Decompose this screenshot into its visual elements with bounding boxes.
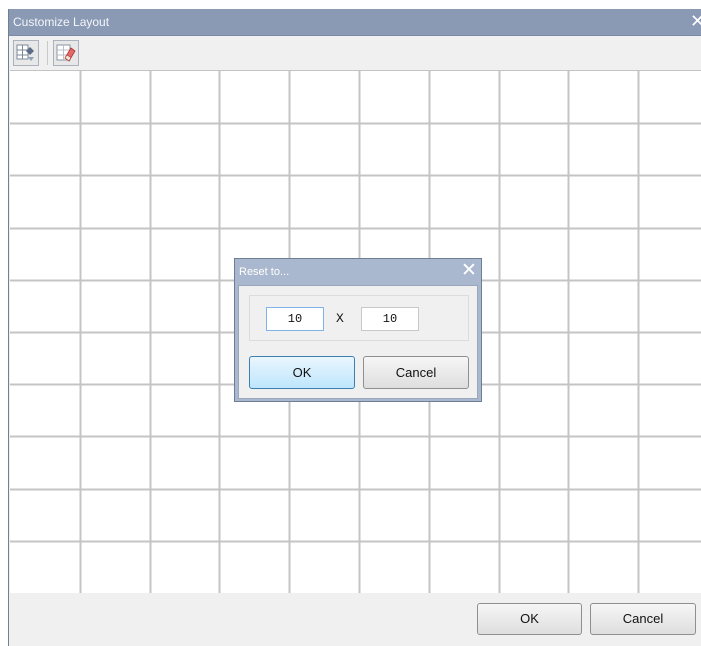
size-separator: X bbox=[336, 311, 344, 326]
cancel-button[interactable]: Cancel bbox=[590, 603, 696, 635]
toolbar bbox=[9, 36, 701, 70]
clear-layout-button[interactable] bbox=[53, 40, 79, 66]
grid-size-group: 10 X 10 bbox=[249, 295, 469, 341]
window-title: Customize Layout bbox=[13, 15, 110, 29]
columns-input[interactable]: 10 bbox=[361, 307, 419, 331]
toolbar-separator bbox=[47, 41, 48, 65]
apply-layout-button[interactable] bbox=[13, 40, 39, 66]
reset-dialog: Reset to... ✕ 10 X 10 OK Cancel bbox=[234, 258, 482, 402]
reset-ok-button[interactable]: OK bbox=[249, 356, 355, 389]
apply-layout-icon bbox=[16, 44, 34, 61]
reset-cancel-button[interactable]: Cancel bbox=[363, 356, 469, 389]
window-titlebar[interactable]: Customize Layout ✕ bbox=[9, 9, 701, 36]
eraser-icon bbox=[56, 44, 76, 62]
close-icon[interactable]: ✕ bbox=[460, 261, 478, 281]
reset-dialog-title: Reset to... bbox=[239, 266, 290, 278]
reset-dialog-body: 10 X 10 OK Cancel bbox=[238, 285, 478, 399]
window-footer: OK Cancel bbox=[9, 593, 701, 646]
ok-button[interactable]: OK bbox=[477, 603, 582, 635]
close-icon[interactable]: ✕ bbox=[690, 11, 701, 31]
rows-input[interactable]: 10 bbox=[266, 307, 324, 331]
